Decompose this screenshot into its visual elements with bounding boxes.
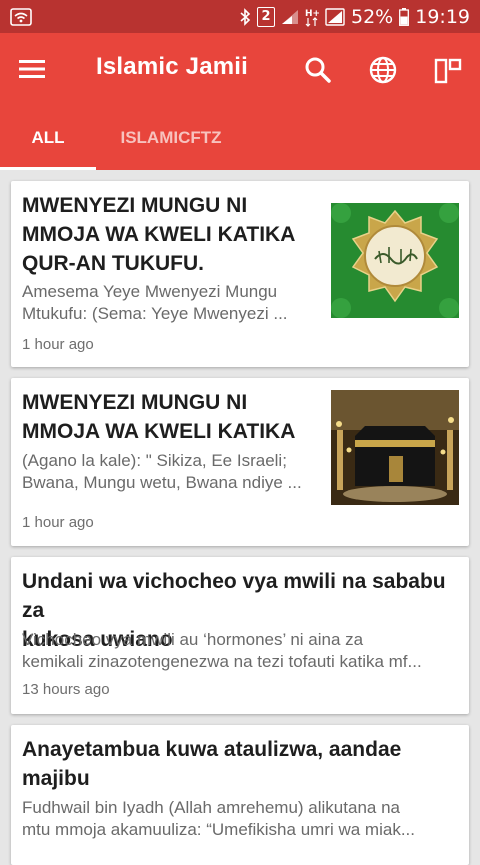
tab-islamicftz[interactable]: ISLAMICFTZ — [96, 105, 246, 170]
app-title: Islamic Jamii — [96, 53, 249, 80]
sim-badge: 2 — [257, 6, 275, 27]
kaaba-image — [331, 390, 459, 505]
article-title: MWENYEZI MUNGU NI MMOJA WA KWELI KATIKA — [22, 391, 296, 443]
app-bar: Islamic Jamii ALL ISLAMICFTZ — [0, 33, 480, 170]
search-button[interactable] — [301, 53, 335, 87]
article-excerpt: Amesema Yeye Mwenyezi Mungu Mtukufu: (Se… — [22, 282, 288, 323]
tab-indicator — [0, 167, 96, 170]
battery-percent: 52% — [351, 5, 394, 28]
article-title: Anayetambua kuwa ataulizwa, aandae majib… — [22, 738, 402, 790]
toolbar: Islamic Jamii — [0, 33, 480, 105]
data-h-plus-icon: H+ — [305, 7, 319, 27]
battery-icon — [399, 7, 410, 26]
article-card[interactable]: Anayetambua kuwa ataulizwa, aandae majib… — [11, 725, 469, 865]
tab-bar: ALL ISLAMICFTZ — [0, 105, 480, 170]
bluetooth-icon — [239, 7, 251, 26]
article-excerpt: Fudhwail bin Iyadh (Allah amrehemu) alik… — [22, 798, 415, 839]
tab-all[interactable]: ALL — [0, 105, 96, 170]
signal-icon — [281, 9, 299, 25]
article-excerpt: (Agano la kale): " Sikiza, Ee Israeli; B… — [22, 451, 302, 492]
search-icon — [305, 57, 331, 83]
article-card[interactable]: MWENYEZI MUNGU NI MMOJA WA KWELI KATIKA … — [11, 378, 469, 546]
calligraphy-image — [331, 203, 459, 318]
globe-icon — [369, 56, 397, 84]
article-time: 1 hour ago — [22, 336, 94, 353]
article-card[interactable]: Undani wa vichocheo vya mwili na sababu … — [11, 557, 469, 714]
wifi-icon — [10, 7, 32, 26]
clock-time: 19:19 — [415, 5, 470, 28]
article-card[interactable]: MWENYEZI MUNGU NI MMOJA WA KWELI KATIKA … — [11, 181, 469, 367]
layout-icon — [434, 58, 462, 84]
article-excerpt: Vichocheo vya mwili au ‘hormones’ ni ain… — [22, 630, 422, 671]
status-bar: 2 H+ 52% 19:19 — [0, 0, 480, 33]
menu-icon — [19, 60, 45, 78]
article-time: 1 hour ago — [22, 514, 94, 531]
article-title: MWENYEZI MUNGU NI MMOJA WA KWELI KATIKA … — [22, 194, 296, 275]
menu-button[interactable] — [16, 55, 48, 83]
language-button[interactable] — [366, 53, 400, 87]
layout-toggle-button[interactable] — [431, 53, 465, 87]
signal-icon — [325, 7, 345, 26]
article-time: 13 hours ago — [22, 681, 110, 698]
svg-text:H+: H+ — [305, 9, 319, 19]
